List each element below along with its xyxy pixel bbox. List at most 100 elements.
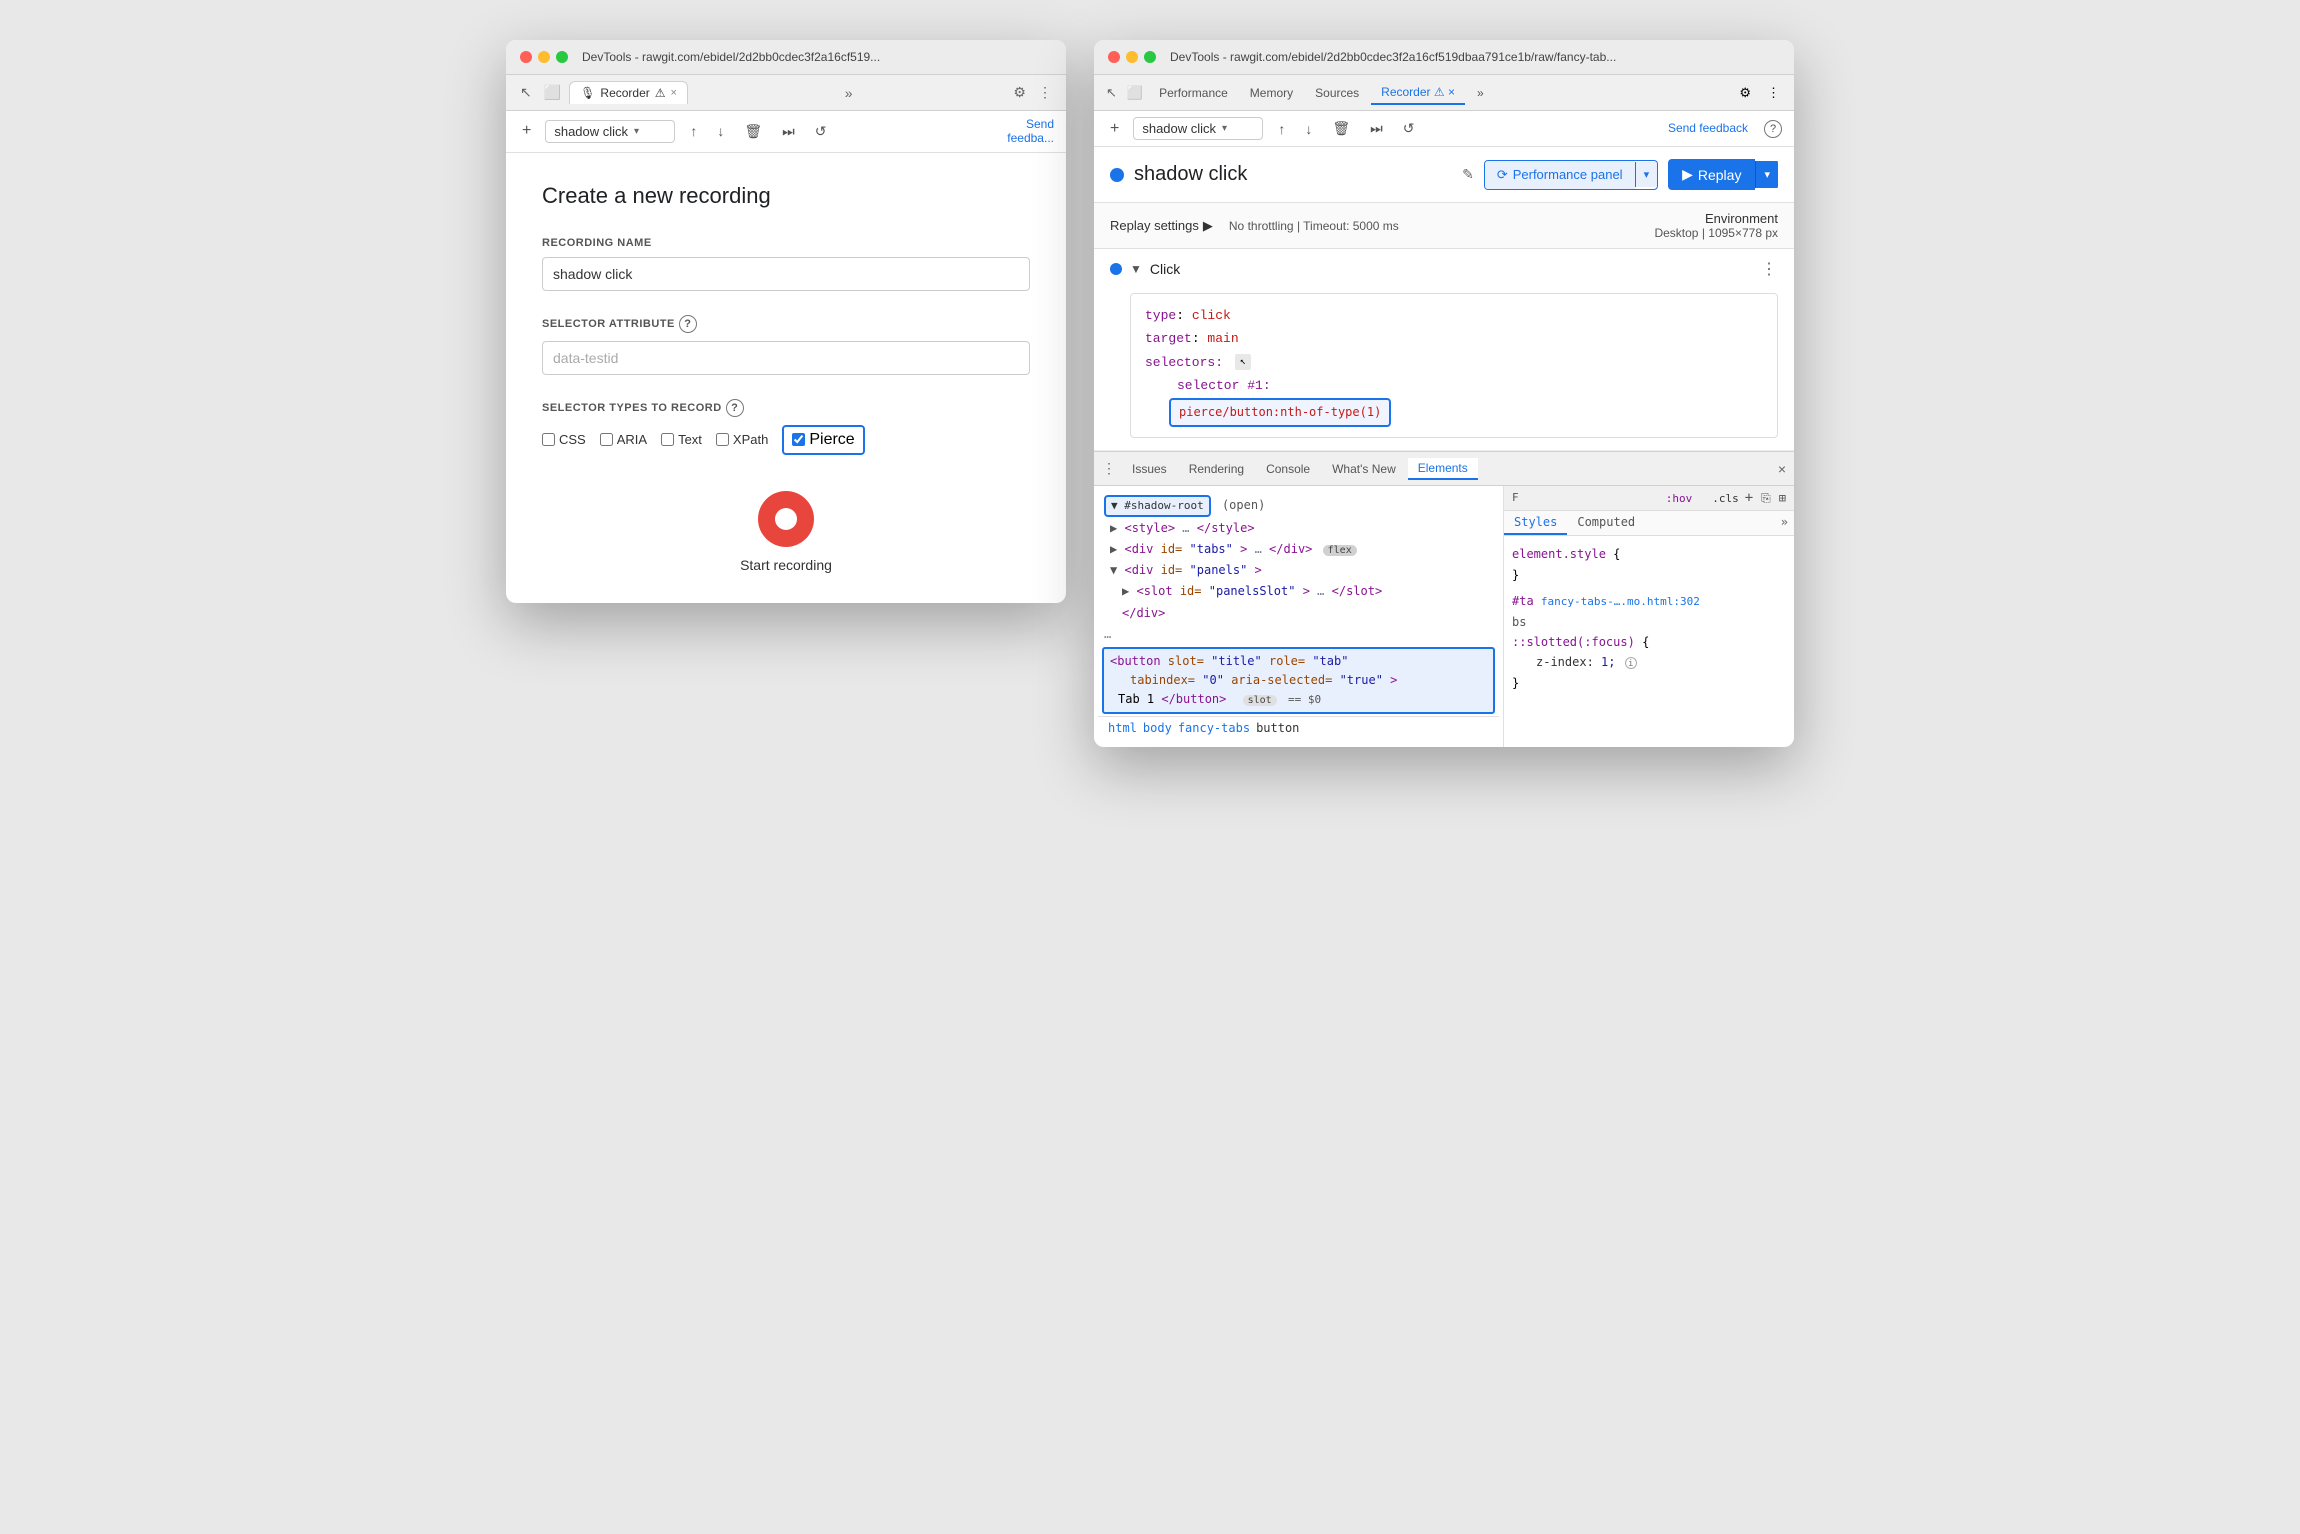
replay-settings-label[interactable]: Replay settings ▶	[1110, 218, 1213, 234]
shadow-root-line[interactable]: ▼ #shadow-root (open)	[1098, 494, 1499, 518]
recording-name-input[interactable]	[542, 257, 1030, 291]
right-help-icon[interactable]: ?	[1764, 120, 1782, 138]
selected-element-box[interactable]: <button slot= "title" role= "tab" tabind…	[1102, 647, 1495, 715]
css-checkbox-item[interactable]: CSS	[542, 432, 586, 447]
right-recording-selector[interactable]: shadow click ▾	[1133, 117, 1263, 140]
device-icon[interactable]: ⬜	[540, 80, 565, 105]
recorder-tab[interactable]: 🎙 Recorder ⚠ ×	[569, 81, 688, 104]
right-cursor-icon[interactable]: ↖	[1102, 81, 1121, 105]
breadcrumb-fancy-tabs[interactable]: fancy-tabs	[1178, 721, 1250, 735]
left-recorder-toolbar: + shadow click ▾ ↑ ↓ 🗑 ⏭ ↺ Send feedba..…	[506, 111, 1066, 153]
right-minimize-button[interactable]	[1126, 51, 1138, 63]
styles-pseudo-button[interactable]: :hov	[1666, 492, 1693, 505]
rendering-tab[interactable]: Rendering	[1179, 459, 1254, 479]
send-feedback-link[interactable]: Send feedba...	[1007, 117, 1054, 146]
more-options-icon[interactable]: ⋮	[1034, 80, 1056, 105]
whats-new-tab[interactable]: What's New	[1322, 459, 1406, 479]
close-button[interactable]	[520, 51, 532, 63]
step-over-icon[interactable]: ⏭	[777, 120, 800, 143]
styles-tab-computed[interactable]: Computed	[1567, 511, 1645, 535]
tab-overflow-icon[interactable]: »	[841, 81, 857, 105]
text-checkbox-item[interactable]: Text	[661, 432, 702, 447]
bottom-devtools-panel: ⋮ Issues Rendering Console What's New El…	[1094, 451, 1794, 747]
right-maximize-button[interactable]	[1144, 51, 1156, 63]
download-icon[interactable]: ↓	[712, 120, 729, 142]
z-index-info-icon[interactable]: i	[1625, 657, 1637, 669]
style-tag-line[interactable]: ▶ <style> … </style>	[1098, 518, 1499, 539]
start-recording-button[interactable]	[758, 491, 814, 547]
add-recording-button[interactable]: +	[518, 120, 535, 142]
styles-filter-input[interactable]: F	[1512, 491, 1532, 505]
styles-cls-button[interactable]: .cls	[1712, 492, 1739, 505]
right-download-icon[interactable]: ↓	[1300, 118, 1317, 140]
performance-tab[interactable]: Performance	[1149, 82, 1238, 104]
breadcrumb-html[interactable]: html	[1108, 721, 1137, 735]
xpath-checkbox[interactable]	[716, 433, 729, 446]
upload-icon[interactable]: ↑	[685, 120, 702, 142]
step-selectors-line: selectors: ↖	[1145, 351, 1763, 374]
issues-tab[interactable]: Issues	[1122, 459, 1177, 479]
selector-attribute-help-icon[interactable]: ?	[679, 315, 697, 333]
right-upload-icon[interactable]: ↑	[1273, 118, 1290, 140]
right-send-feedback-link[interactable]: Send feedback	[1668, 121, 1748, 135]
maximize-button[interactable]	[556, 51, 568, 63]
slot-panels-line[interactable]: ▶ <slot id= "panelsSlot" > … </slot>	[1098, 581, 1499, 602]
breadcrumb-button[interactable]: button	[1256, 721, 1299, 735]
ellipsis-line: …	[1098, 624, 1499, 645]
replay-dropdown-button[interactable]: ▾	[1755, 161, 1778, 188]
right-step-over-icon[interactable]: ⏭	[1365, 117, 1388, 140]
console-tab[interactable]: Console	[1256, 459, 1320, 479]
css-checkbox[interactable]	[542, 433, 555, 446]
xpath-checkbox-item[interactable]: XPath	[716, 432, 768, 447]
elements-tab[interactable]: Elements	[1408, 458, 1478, 480]
element-style-selector: element.style {	[1512, 544, 1786, 564]
settings-icon[interactable]: ⚙	[1009, 80, 1030, 105]
send-feedback-text: Send feedback	[1668, 121, 1748, 135]
right-more-icon[interactable]: ⋮	[1761, 81, 1786, 105]
delete-icon[interactable]: 🗑	[739, 120, 767, 143]
right-delete-icon[interactable]: 🗑	[1327, 117, 1355, 140]
right-recording-name: shadow click	[1142, 121, 1216, 136]
minimize-button[interactable]	[538, 51, 550, 63]
selector-types-help-icon[interactable]: ?	[726, 399, 744, 417]
cursor-icon[interactable]: ↖	[516, 80, 536, 105]
right-replay-icon[interactable]: ↺	[1398, 117, 1420, 140]
styles-tab-more[interactable]: »	[1775, 511, 1794, 535]
memory-tab[interactable]: Memory	[1240, 82, 1303, 104]
styles-layout-icon[interactable]: ⊞	[1779, 491, 1786, 505]
right-add-button[interactable]: +	[1106, 118, 1123, 140]
edit-recording-name-icon[interactable]: ✎	[1462, 166, 1474, 183]
styles-add-rule-button[interactable]: +	[1745, 490, 1753, 506]
performance-panel-button[interactable]: ⟳ Performance panel ▾	[1484, 160, 1658, 190]
aria-checkbox[interactable]	[600, 433, 613, 446]
style-expand-icon: ▶	[1110, 521, 1117, 535]
sources-tab[interactable]: Sources	[1305, 82, 1369, 104]
selector-attribute-input[interactable]	[542, 341, 1030, 375]
aria-checkbox-item[interactable]: ARIA	[600, 432, 647, 447]
styles-tab-styles[interactable]: Styles	[1504, 511, 1567, 535]
recording-selector[interactable]: shadow click ▾	[545, 120, 675, 143]
step-expand-icon[interactable]: ▼	[1130, 262, 1142, 276]
breadcrumb-body[interactable]: body	[1143, 721, 1172, 735]
bottom-panel-close-icon[interactable]: ×	[1778, 461, 1786, 477]
ta-rule-source[interactable]: fancy-tabs-….mo.html:302	[1541, 595, 1700, 608]
pierce-checkbox[interactable]	[792, 433, 805, 446]
styles-copy-icon[interactable]: ⎘	[1761, 491, 1771, 506]
right-device-icon[interactable]: ⬜	[1123, 81, 1147, 105]
right-tab-overflow[interactable]: »	[1467, 82, 1494, 104]
replay-icon[interactable]: ↺	[810, 120, 832, 143]
replay-main-button[interactable]: ▶ Replay	[1668, 159, 1755, 190]
recorder-tab-close[interactable]: ×	[671, 87, 677, 99]
recorder-tab-right[interactable]: Recorder ⚠ ×	[1371, 81, 1465, 105]
div-panels-line[interactable]: ▼ <div id= "panels" >	[1098, 560, 1499, 581]
perf-panel-main-btn[interactable]: ⟳ Performance panel	[1485, 161, 1635, 189]
pierce-checkbox-item[interactable]: Pierce	[782, 425, 864, 455]
perf-panel-dropdown-btn[interactable]: ▾	[1635, 162, 1658, 187]
bottom-panel-menu-icon[interactable]: ⋮	[1102, 460, 1116, 477]
text-checkbox[interactable]	[661, 433, 674, 446]
step-more-icon[interactable]: ⋮	[1761, 259, 1778, 279]
div-tabs-line[interactable]: ▶ <div id= "tabs" > … </div> flex	[1098, 539, 1499, 560]
right-settings-icon[interactable]: ⚙	[1731, 81, 1759, 105]
selector-types-section: SELECTOR TYPES TO RECORD ? CSS ARIA Text…	[542, 399, 1030, 455]
right-close-button[interactable]	[1108, 51, 1120, 63]
